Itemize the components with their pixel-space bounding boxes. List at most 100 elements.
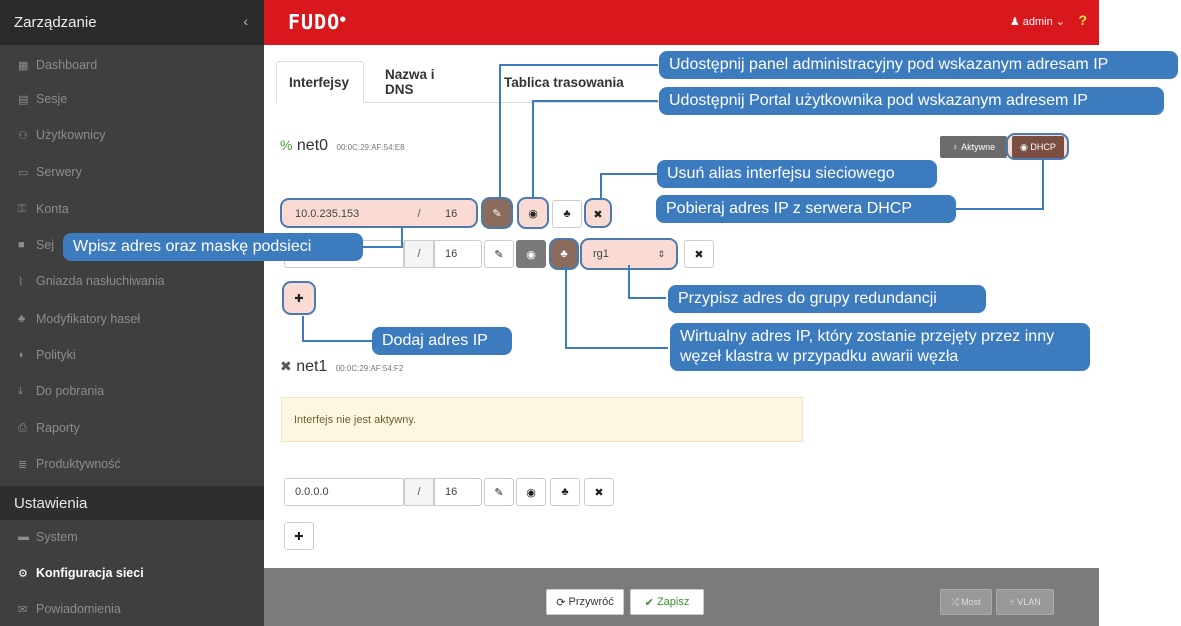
active-toggle[interactable]: ♀ Aktywne bbox=[940, 136, 1007, 158]
add-ip-button-net1[interactable]: ✚ bbox=[284, 522, 314, 550]
netmask-input-net1[interactable]: 16 bbox=[434, 478, 482, 506]
interface-name: net1 bbox=[296, 358, 328, 375]
group-value: rg1 bbox=[593, 248, 609, 260]
sidebar-item-notifications[interactable]: ✉ Powiadomienia bbox=[0, 594, 264, 624]
check-icon: ✔ bbox=[644, 596, 654, 609]
chevron-left-icon[interactable]: ‹ bbox=[243, 13, 248, 29]
sidebar-item-productivity[interactable]: ≣ Produktywność bbox=[0, 449, 264, 479]
inactive-warning: Interfejs nie jest aktywny. bbox=[281, 397, 803, 442]
sidebar-item-policies[interactable]: ◗ Polityki bbox=[0, 340, 264, 370]
chart-icon: ≣ bbox=[18, 458, 28, 471]
sidebar-item-label: Serwery bbox=[36, 165, 82, 179]
save-button[interactable]: ✔ Zapisz bbox=[630, 589, 704, 615]
sidebar-item-label: Sej bbox=[36, 238, 55, 252]
sidebar-item-servers[interactable]: ▭ Serwery bbox=[0, 157, 264, 187]
close-icon: ✖ bbox=[280, 358, 292, 374]
envelope-icon: ✉ bbox=[18, 603, 28, 616]
print-icon: ⎙ bbox=[18, 421, 27, 434]
sidebar-item-accounts[interactable]: ⚿ Konta bbox=[0, 194, 264, 224]
globe-icon[interactable]: ◉ bbox=[516, 240, 546, 268]
users-icon: ⚇ bbox=[18, 129, 28, 142]
save-label: Zapisz bbox=[656, 596, 690, 608]
sidebar-item-network-config[interactable]: ⚙ Konfiguracja sieci bbox=[0, 558, 264, 588]
callout-admin-panel: Udostępnij panel administracyjny pod wsk… bbox=[659, 51, 1178, 79]
netmask-input[interactable]: 16 bbox=[434, 200, 482, 228]
remove-alias-button[interactable]: ✖ bbox=[584, 200, 612, 228]
sidebar-section-label: Ustawienia bbox=[14, 494, 88, 512]
callout-remove-alias: Usuń alias interfejsu sieciowego bbox=[657, 160, 937, 188]
netmask-input-2[interactable]: 16 bbox=[434, 240, 482, 268]
user-name: admin bbox=[1022, 16, 1053, 28]
globe-icon[interactable]: ◉ bbox=[519, 199, 547, 227]
sidebar-item-reports[interactable]: ⎙ Raporty bbox=[0, 413, 264, 443]
vlan-button[interactable]: ⑂ VLAN bbox=[996, 589, 1054, 615]
globe-icon[interactable]: ◉ bbox=[516, 478, 546, 506]
remove-alias-button[interactable]: ✖ bbox=[584, 478, 614, 506]
chevron-updown-icon: ⇕ bbox=[657, 248, 665, 259]
safe-icon: ■ bbox=[18, 239, 25, 251]
bridge-label: Most bbox=[961, 597, 981, 607]
key-icon: ⚿ bbox=[18, 202, 27, 215]
callout-redundancy: Przypisz adres do grupy redundancji bbox=[668, 285, 986, 313]
sidebar-item-label: Gniazda nasłuchiwania bbox=[36, 274, 165, 288]
vlan-icon: ⑂ bbox=[1009, 597, 1015, 607]
restore-button[interactable]: ⟳ Przywróć bbox=[546, 589, 624, 615]
callout-virtual-ip: Wirtualny adres IP, który zostanie przej… bbox=[670, 323, 1090, 371]
sidebar-header: Zarządzanie ‹ bbox=[0, 0, 264, 45]
help-button[interactable]: ? bbox=[1078, 12, 1087, 28]
interface-net0-title: % net0 00:0C:29:AF:54:E8 bbox=[280, 137, 405, 155]
sidebar-item-label: Polityki bbox=[36, 348, 76, 362]
remove-alias-button[interactable]: ✖ bbox=[684, 240, 714, 268]
add-ip-button[interactable]: ✚ bbox=[285, 284, 313, 312]
tab-name-dns[interactable]: Nazwa i DNS bbox=[373, 61, 473, 103]
sidebar-item-label: Sesje bbox=[36, 92, 68, 106]
restore-label: Przywróć bbox=[568, 596, 614, 608]
tab-interfaces[interactable]: Interfejsy bbox=[276, 61, 364, 103]
sidebar-item-password-changers[interactable]: ♣ Modyfikatory haseł bbox=[0, 304, 264, 334]
sidebar-item-label: Modyfikatory haseł bbox=[36, 312, 141, 326]
tab-routing[interactable]: Tablica trasowania bbox=[492, 61, 642, 103]
link-icon: % bbox=[280, 137, 293, 153]
sitemap-icon[interactable]: ♣ bbox=[552, 200, 582, 228]
wrench-icon[interactable]: ✎ bbox=[484, 240, 514, 268]
callout-dhcp: Pobieraj adres IP z serwera DHCP bbox=[656, 195, 956, 223]
ip-address-input-net1[interactable]: 0.0.0.0 bbox=[284, 478, 404, 506]
lightbulb-icon: ♀ bbox=[951, 142, 959, 152]
ip-address-input[interactable]: 10.0.235.153 bbox=[284, 200, 404, 228]
wrench-icon[interactable]: ✎ bbox=[483, 199, 511, 227]
refresh-icon: ⟳ bbox=[556, 596, 566, 609]
sitemap-icon[interactable]: ♣ bbox=[550, 478, 580, 506]
rss-icon: ⌇ bbox=[18, 275, 24, 288]
bridge-button[interactable]: ⤮ Most bbox=[940, 589, 992, 615]
sidebar-section-settings: Ustawienia bbox=[0, 486, 264, 520]
interface-mac: 00:0C:29:AF:54:F2 bbox=[335, 364, 404, 373]
user-icon: ♟ bbox=[1009, 16, 1020, 28]
sidebar-header-label: Zarządzanie bbox=[14, 14, 97, 31]
fudo-logo[interactable]: FUDO● bbox=[288, 10, 347, 34]
sidebar-item-label: Dashboard bbox=[36, 58, 98, 72]
sidebar-item-dashboard[interactable]: ▦ Dashboard bbox=[0, 50, 264, 80]
sidebar-item-downloads[interactable]: ⤓ Do pobrania bbox=[0, 376, 264, 406]
download-icon: ⤓ bbox=[18, 384, 23, 397]
sitemap-icon: ♣ bbox=[18, 313, 26, 325]
dhcp-toggle[interactable]: ◉ DHCP bbox=[1012, 136, 1064, 158]
sidebar-item-sessions[interactable]: ▤ Sesje bbox=[0, 84, 264, 114]
sidebar-item-label: System bbox=[36, 530, 78, 544]
server-icon: ▭ bbox=[18, 166, 29, 179]
user-menu[interactable]: ♟ admin ⌄ bbox=[1010, 15, 1065, 28]
footer-bar: ⟳ Przywróć ✔ Zapisz ⤮ Most ⑂ VLAN bbox=[264, 568, 1099, 626]
sitemap-icon[interactable]: ♣ bbox=[550, 240, 578, 268]
dhcp-label: DHCP bbox=[1030, 142, 1056, 152]
redundancy-group-select[interactable]: rg1 ⇕ bbox=[584, 240, 674, 268]
globe-icon: ◉ bbox=[1020, 141, 1028, 152]
sidebar-item-system[interactable]: ▬ System bbox=[0, 522, 264, 552]
folder-icon: ▬ bbox=[18, 531, 29, 543]
interface-net1-title: ✖ net1 00:0C:29:AF:54:F2 bbox=[280, 358, 403, 376]
sidebar-item-label: Konfiguracja sieci bbox=[36, 566, 144, 580]
sidebar-item-listeners[interactable]: ⌇ Gniazda nasłuchiwania bbox=[0, 266, 264, 296]
sidebar-item-label: Powiadomienia bbox=[36, 602, 121, 616]
sidebar-item-users[interactable]: ⚇ Użytkownicy bbox=[0, 120, 264, 150]
film-icon: ▤ bbox=[18, 93, 29, 106]
active-label: Aktywne bbox=[961, 142, 996, 152]
wrench-icon[interactable]: ✎ bbox=[484, 478, 514, 506]
